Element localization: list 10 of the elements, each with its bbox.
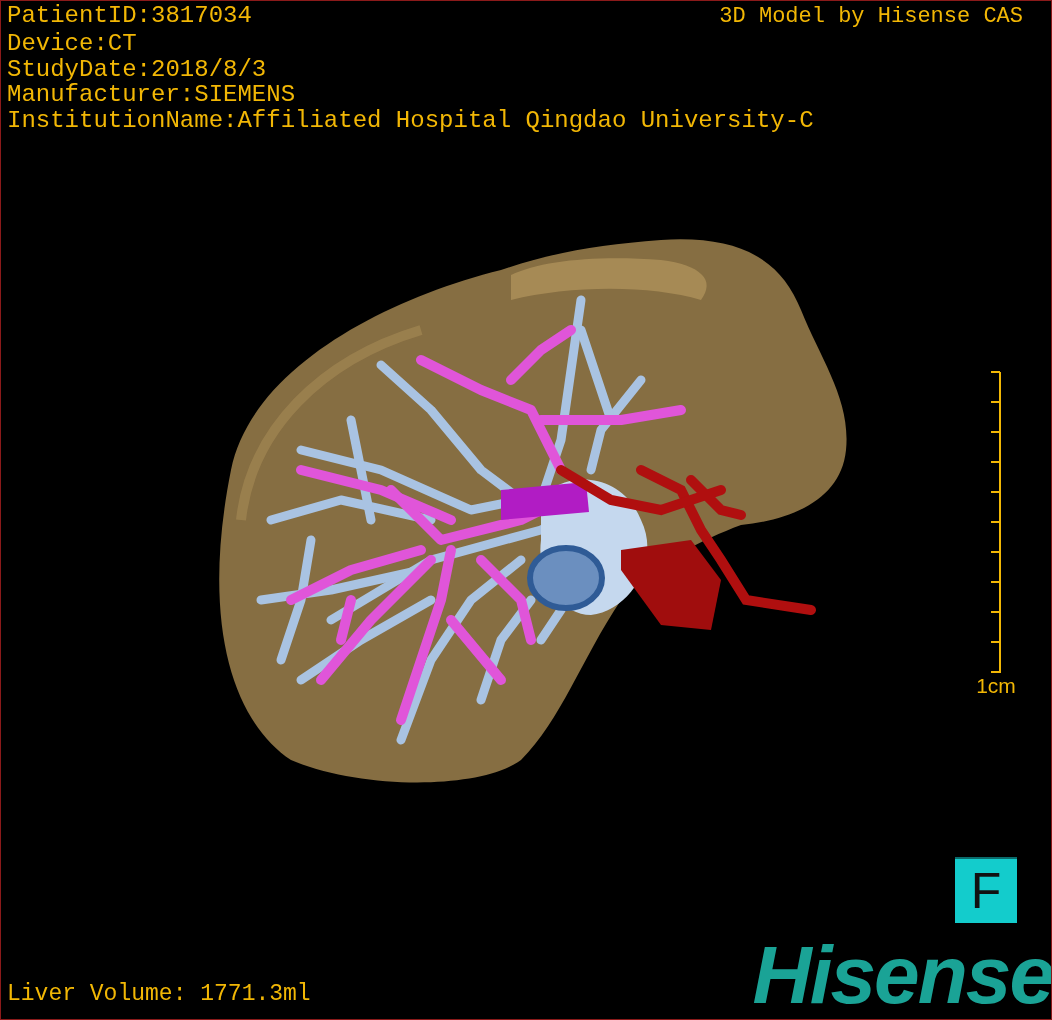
- info-text: Manufacturer:SIEMENS: [7, 82, 297, 108]
- viewer-title: 3D Model by Hisense CAS: [719, 3, 1024, 31]
- info-text: StudyDate:2018/8/3: [7, 56, 268, 82]
- scale-label: 1cm: [976, 674, 1016, 698]
- info-text: InstitutionName:Affiliated Hospital Qingdao University-C: [7, 107, 815, 133]
- liver-volume-text: Liver Volume: 1771.3ml: [7, 980, 311, 1009]
- info-text: PatientID:3817034: [7, 3, 253, 31]
- orientation-label: F: [955, 857, 1017, 923]
- info-text: Device:CT: [7, 31, 138, 57]
- brand-logo: Hisense: [752, 937, 1051, 1013]
